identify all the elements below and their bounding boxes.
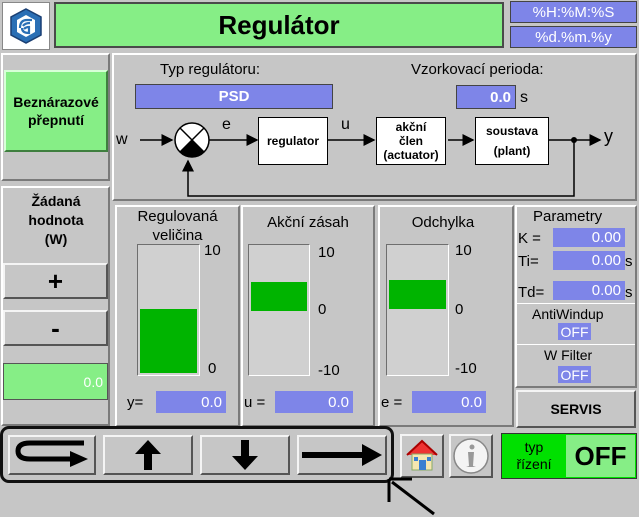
gauge-fill-u bbox=[251, 282, 307, 311]
setpoint-value-field[interactable]: 0.0 bbox=[3, 363, 108, 400]
gauge-title-y: Regulovaná veličina bbox=[137, 208, 218, 244]
gauge-min-y: 0 bbox=[208, 360, 217, 377]
plant-block: soustava (plant) bbox=[475, 117, 549, 165]
page-title: Regulátor bbox=[54, 2, 504, 48]
home-button[interactable] bbox=[400, 434, 444, 478]
gauge-value-e: 0.0 bbox=[412, 391, 486, 413]
gauge-fill-y bbox=[140, 309, 197, 373]
gauge-bar-e bbox=[386, 244, 449, 376]
signal-u-label: u bbox=[341, 116, 350, 133]
param-k-label: K = bbox=[518, 230, 541, 247]
param-ti-label: Ti= bbox=[518, 253, 539, 270]
home-icon bbox=[406, 439, 438, 471]
info-icon bbox=[453, 438, 489, 474]
gauge-fill-e bbox=[389, 280, 446, 309]
return-button[interactable] bbox=[8, 435, 96, 475]
gauge-title-e: Odchylka bbox=[411, 214, 475, 231]
gauge-var-u: u = bbox=[244, 394, 266, 411]
actuator-block: akční člen (actuator) bbox=[376, 117, 446, 165]
param-ti-unit: s bbox=[625, 253, 633, 270]
gauge-value-y: 0.0 bbox=[156, 391, 226, 413]
summing-junction-icon bbox=[174, 122, 210, 158]
control-type-label: typ řízení bbox=[516, 439, 552, 472]
page-title-text: Regulátor bbox=[218, 9, 340, 40]
signal-y-label: y bbox=[604, 126, 613, 146]
param-k-field[interactable]: 0.00 bbox=[553, 228, 625, 247]
params-title: Parametry bbox=[533, 208, 603, 225]
gauge-var-y: y= bbox=[127, 394, 144, 411]
gauge-min-e: -10 bbox=[455, 360, 477, 377]
setpoint-label: Žádaná hodnota (W) bbox=[28, 193, 84, 247]
regulator-block: regulator bbox=[258, 117, 328, 165]
arrow-right-icon bbox=[302, 444, 382, 466]
arrow-down-icon bbox=[232, 440, 258, 470]
gauge-min-u: -10 bbox=[318, 362, 340, 379]
param-td-field[interactable]: 0.00 bbox=[553, 281, 625, 300]
signal-e-label: e bbox=[222, 116, 231, 133]
time-display: %H:%M:%S bbox=[510, 1, 637, 23]
gauge-max-e: 10 bbox=[455, 242, 472, 259]
signal-w-label: w bbox=[116, 131, 128, 148]
return-arrow-icon bbox=[15, 440, 88, 467]
params-divider-2 bbox=[517, 344, 635, 345]
company-logo-icon bbox=[10, 8, 42, 44]
gauge-max-u: 10 bbox=[318, 244, 335, 261]
param-td-unit: s bbox=[625, 284, 633, 301]
info-button[interactable] bbox=[449, 434, 493, 478]
antiwindup-label: AntiWindup bbox=[532, 306, 604, 322]
wfilter-label: W Filter bbox=[544, 347, 593, 363]
setpoint-plus-button[interactable]: + bbox=[3, 263, 108, 299]
gauge-bar-u bbox=[248, 244, 310, 376]
logo bbox=[2, 2, 50, 50]
gauge-mid-e: 0 bbox=[455, 301, 464, 318]
wfilter-field[interactable]: OFF bbox=[558, 366, 591, 383]
arrow-up-icon bbox=[135, 440, 161, 470]
block-diagram bbox=[140, 122, 602, 197]
down-button[interactable] bbox=[200, 435, 290, 475]
up-button[interactable] bbox=[103, 435, 193, 475]
bumpless-transfer-button[interactable]: Beznárazové přepnutí bbox=[4, 70, 108, 152]
gauge-title-u: Akční zásah bbox=[267, 214, 349, 231]
next-button[interactable] bbox=[297, 435, 387, 475]
gauge-bar-y bbox=[137, 244, 200, 376]
antiwindup-field[interactable]: OFF bbox=[558, 323, 591, 340]
control-type-toggle[interactable]: OFF bbox=[566, 435, 635, 477]
gauge-max-y: 10 bbox=[204, 242, 221, 259]
gauge-var-e: e = bbox=[381, 394, 403, 411]
servis-button[interactable]: SERVIS bbox=[516, 390, 636, 428]
date-display: %d.%m.%y bbox=[510, 26, 637, 48]
gauge-value-u: 0.0 bbox=[275, 391, 353, 413]
setpoint-minus-button[interactable]: - bbox=[3, 310, 108, 346]
params-divider-1 bbox=[517, 303, 635, 304]
gauge-mid-u: 0 bbox=[318, 301, 327, 318]
param-td-label: Td= bbox=[518, 284, 545, 301]
pointer-arrow-icon bbox=[387, 477, 435, 516]
param-ti-field[interactable]: 0.00 bbox=[553, 251, 625, 270]
